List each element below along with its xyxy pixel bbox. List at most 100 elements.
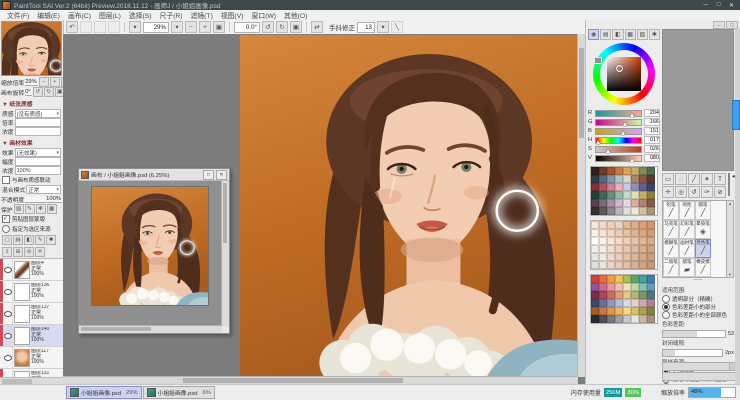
menu-item[interactable]: 选择(S) (125, 10, 156, 20)
radio-icon[interactable] (662, 311, 670, 319)
brush-grid-scrollbar[interactable]: ▲▼ (727, 200, 734, 278)
color-swatch[interactable] (647, 261, 655, 269)
rotate-ccw-button[interactable]: ↺ (262, 21, 274, 33)
brush-item[interactable]: 模糊笔 ╱ (663, 239, 679, 258)
color-swatch[interactable] (623, 229, 631, 237)
scroll-arrow-icon[interactable]: ▲ (727, 201, 733, 206)
panel-collapse-icon[interactable]: ─ (713, 21, 725, 29)
color-swatch[interactable] (647, 299, 655, 307)
menu-item[interactable]: 画布(C) (64, 10, 95, 20)
color-swatch[interactable] (591, 221, 599, 229)
delete-layer-button[interactable]: ✕ (35, 247, 45, 257)
select-rect-tool[interactable]: ▭ (662, 173, 674, 185)
lock-all-icon[interactable]: ▦ (47, 204, 57, 214)
brush-item[interactable]: 蜡笔 ▰ (679, 258, 695, 277)
main-canvas[interactable] (240, 35, 578, 377)
color-swatch[interactable] (599, 167, 607, 175)
slider-track[interactable] (595, 146, 642, 153)
close-icon[interactable]: ✕ (216, 170, 227, 180)
field-value[interactable]: (无效果)▾ (15, 148, 61, 157)
layer-visibility-eye-icon[interactable] (3, 281, 13, 302)
layer-visibility-eye-icon[interactable] (3, 259, 13, 280)
checkbox-icon[interactable] (2, 215, 10, 223)
color-swatch[interactable] (607, 207, 615, 215)
color-swatch[interactable] (615, 315, 623, 323)
color-swatch[interactable] (639, 291, 647, 299)
color-swatch[interactable] (591, 315, 599, 323)
layer-row[interactable]: 图层131 正常 100% (0, 369, 63, 377)
scope-radio-option[interactable]: 色彩差距小的全部颜色 (662, 311, 734, 319)
color-swatch[interactable] (591, 191, 599, 199)
color-swatch[interactable] (639, 307, 647, 315)
secondary-view-vscrollbar[interactable] (221, 181, 229, 326)
color-diff-slider[interactable]: 53 (662, 329, 734, 338)
window-control-button[interactable]: □ (712, 1, 725, 9)
color-swatch[interactable] (631, 229, 639, 237)
window-control-button[interactable]: ✕ (725, 1, 738, 9)
color-swatch[interactable] (615, 245, 623, 253)
new-mask-button[interactable]: ◧ (24, 235, 34, 245)
color-swatch[interactable] (607, 315, 615, 323)
paper-texture-header[interactable]: ▼ 纸张质感 (0, 97, 63, 109)
color-swatch[interactable] (647, 315, 655, 323)
move-tool[interactable]: ✛ (662, 186, 674, 198)
new-layer-button[interactable]: ▢ (2, 235, 12, 245)
color-swatch[interactable] (591, 207, 599, 215)
color-swatch[interactable] (591, 283, 599, 291)
color-swatch[interactable] (591, 245, 599, 253)
slider-marker[interactable] (596, 140, 600, 144)
color-swatch[interactable] (607, 237, 615, 245)
color-swatch[interactable] (615, 191, 623, 199)
color-swatch[interactable] (607, 167, 615, 175)
menu-item[interactable]: 文件(F) (3, 10, 33, 20)
deselect-tool[interactable]: ⊘ (714, 186, 726, 198)
color-swatch[interactable] (599, 245, 607, 253)
title-bar[interactable]: PaintTool SAI Ver.2 (64bit) Preview.2018… (0, 0, 740, 10)
color-swatch[interactable] (591, 291, 599, 299)
field-value[interactable] (15, 118, 61, 127)
view-preset-dropdown[interactable]: ▾ (129, 21, 141, 33)
brush-item[interactable]: 幻彩笔 ╱ (679, 220, 695, 239)
color-swatch[interactable] (607, 229, 615, 237)
line-select-tool[interactable]: ╱ (688, 173, 700, 185)
text-tool[interactable]: T (714, 173, 726, 185)
panel-resize-handle[interactable]: ── (662, 278, 734, 283)
checkbox-icon[interactable] (2, 176, 10, 184)
secondary-view-canvas[interactable] (79, 181, 222, 326)
layer-visibility-eye-icon[interactable] (3, 325, 13, 346)
brush-item[interactable]: 画材笔 ╱ (679, 239, 695, 258)
color-swatch[interactable] (623, 207, 631, 215)
color-swatch[interactable] (647, 221, 655, 229)
tab-swatches[interactable]: ▦ (625, 29, 636, 40)
flip-horizontal-button[interactable]: ⇄ (311, 21, 323, 33)
brush-item[interactable]: 喷枪 ╱ (679, 201, 695, 220)
color-swatch[interactable] (623, 183, 631, 191)
color-swatch[interactable] (631, 191, 639, 199)
rotate-reset-button[interactable]: ▣ (290, 21, 302, 33)
slider-marker[interactable] (606, 149, 610, 153)
lock-opacity-icon[interactable]: ▨ (14, 204, 24, 214)
tab-color-settings[interactable]: ✱ (649, 29, 660, 40)
zoom-tool[interactable]: ◎ (675, 186, 687, 198)
stabilizer-dropdown-icon[interactable]: ▾ (377, 21, 389, 33)
color-swatch[interactable] (615, 167, 623, 175)
secondary-view-hscrollbar[interactable] (79, 325, 222, 333)
color-swatch[interactable] (639, 175, 647, 183)
color-swatch[interactable] (623, 275, 631, 283)
color-swatch[interactable] (599, 291, 607, 299)
color-swatch[interactable] (639, 315, 647, 323)
layer-visibility-eye-icon[interactable] (3, 303, 13, 324)
color-swatch[interactable] (647, 191, 655, 199)
hue-marker[interactable] (594, 57, 602, 64)
selection-subtract-button[interactable] (108, 21, 120, 33)
opacity-value[interactable]: 100% (25, 196, 62, 203)
color-swatch[interactable] (607, 175, 615, 183)
maximize-icon[interactable]: □ (203, 170, 214, 180)
color-swatch[interactable] (607, 307, 615, 315)
menu-item[interactable]: 视图(V) (217, 10, 248, 20)
draft-layer-button[interactable]: ✎ (35, 235, 45, 245)
rotate-cw-button[interactable]: ↻ (276, 21, 288, 33)
zoom-value-field[interactable]: 29% (143, 22, 169, 33)
color-swatch[interactable] (639, 207, 647, 215)
color-swatch[interactable] (647, 167, 655, 175)
